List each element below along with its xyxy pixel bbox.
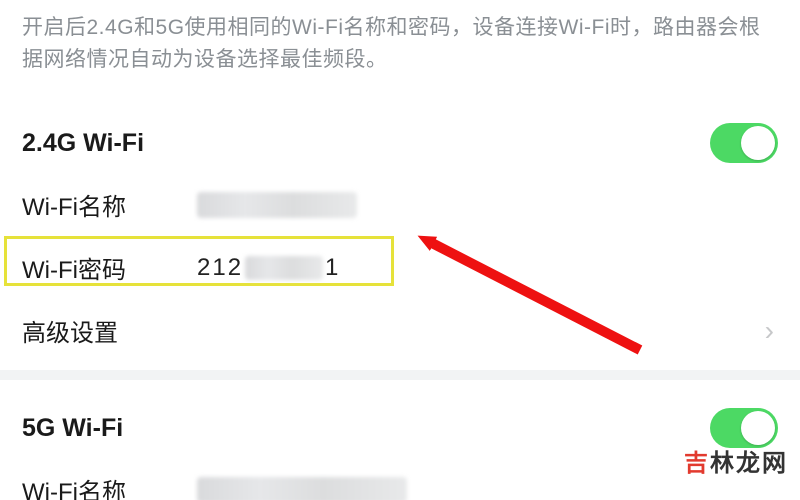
watermark-first-char: 吉 <box>684 450 710 477</box>
section-5g-header: 5G Wi-Fi <box>0 380 800 458</box>
row-24g-advanced[interactable]: 高级设置 › <box>0 299 800 362</box>
label-24g-advanced: 高级设置 <box>22 313 118 348</box>
pw-24g-prefix: 212 <box>197 254 243 281</box>
section-5g-title: 5G Wi-Fi <box>22 414 123 443</box>
section-24g-title: 2.4G Wi-Fi <box>22 129 144 158</box>
row-24g-password[interactable]: Wi-Fi密码 212 1 <box>0 236 800 299</box>
watermark-rest: 林龙网 <box>710 450 788 477</box>
section-divider <box>0 370 800 380</box>
toggle-24g[interactable] <box>710 123 778 163</box>
label-24g-password: Wi-Fi密码 <box>22 250 197 285</box>
value-5g-name-redacted <box>197 477 407 500</box>
pw-24g-redacted <box>245 256 323 280</box>
row-5g-name[interactable]: Wi-Fi名称 <box>0 458 800 500</box>
label-5g-name: Wi-Fi名称 <box>22 472 197 500</box>
chevron-right-icon: › <box>765 315 778 347</box>
row-24g-name[interactable]: Wi-Fi名称 <box>0 173 800 236</box>
section-24g-header: 2.4G Wi-Fi <box>0 95 800 173</box>
toggle-5g[interactable] <box>710 408 778 448</box>
feature-description: 开启后2.4G和5G使用相同的Wi-Fi名称和密码，设备连接Wi-Fi时，路由器… <box>0 0 800 95</box>
value-24g-password: 212 1 <box>197 254 340 282</box>
label-24g-name: Wi-Fi名称 <box>22 187 197 222</box>
pw-24g-suffix: 1 <box>325 254 340 281</box>
watermark: 吉林龙网 <box>684 443 788 478</box>
value-24g-name-redacted <box>197 192 357 218</box>
